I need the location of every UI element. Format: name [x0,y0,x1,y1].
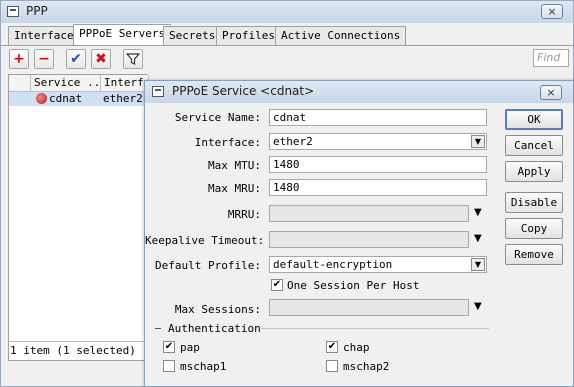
close-icon: × [547,5,557,18]
keepalive-timeout-label: Keepalive Timeout: [145,234,265,247]
row-interface: ether2 [103,92,143,105]
filter-button[interactable] [123,49,143,69]
check-icon: ✔ [272,279,282,290]
service-name-label: Service Name: [174,111,261,124]
authentication-divider [261,328,489,329]
filter-icon [125,53,141,65]
column-header-service[interactable]: Service ... [31,75,101,92]
interface-dropdown-button[interactable]: ▼ [471,135,485,148]
interface-label: Interface: [194,136,261,149]
authentication-legend: Authentication [168,322,261,335]
tab-divider [1,45,573,46]
authentication-collapse-toggle[interactable] [155,328,161,329]
add-button[interactable]: + [9,49,29,69]
default-profile-dropdown-button[interactable]: ▼ [471,258,485,271]
tab-label: Active Connections [281,29,401,42]
remove-button[interactable]: Remove [505,244,563,265]
keepalive-timeout-field[interactable] [269,231,469,248]
close-icon: × [546,86,556,99]
mschap2-checkbox[interactable] [326,360,338,372]
max-mru-label: Max MRU: [208,182,261,195]
one-session-label: One Session Per Host [287,279,420,292]
remove-button[interactable]: − [34,49,54,69]
default-profile-select[interactable]: default-encryption [269,256,487,273]
dialog-app-icon [152,86,164,97]
one-session-checkbox[interactable]: ✔ [271,279,283,291]
list-header: Service ... Interfa [9,75,149,92]
col-gutter [9,75,31,92]
mrru-expand-arrow[interactable]: ▼ [474,207,482,218]
disable-button[interactable]: ✖ [91,49,111,69]
ok-button[interactable]: OK [505,109,563,130]
x-icon: ✖ [95,51,107,67]
service-name-field[interactable]: cdnat [269,109,487,126]
dialog-title: PPPoE Service <cdnat> [172,84,315,98]
max-mtu-field[interactable]: 1480 [269,156,487,173]
enable-button[interactable]: ✔ [66,49,86,69]
pppoe-service-dialog: PPPoE Service <cdnat> × Service Name: cd… [144,80,574,387]
max-sessions-field[interactable] [269,299,469,316]
disable-button[interactable]: Disable [505,192,563,213]
close-button[interactable]: × [541,4,563,19]
servers-list[interactable]: Service ... Interfa cdnat ether2 [8,74,149,361]
status-text: 1 item (1 selected) [8,341,148,361]
tab-label: Interface [14,29,74,42]
mrru-label: MRRU: [227,208,261,221]
row-service-name: cdnat [49,92,83,105]
dialog-titlebar[interactable]: PPPoE Service <cdnat> × [145,81,573,103]
cancel-button[interactable]: Cancel [505,135,563,156]
chap-label: chap [343,341,370,354]
keepalive-expand-arrow[interactable]: ▼ [474,233,482,244]
mrru-field[interactable] [269,205,469,222]
interface-select[interactable]: ether2 [269,133,487,150]
mschap1-label: mschap1 [180,360,227,373]
check-icon: ✔ [164,341,174,352]
apply-button[interactable]: Apply [505,161,563,182]
check-icon: ✔ [70,51,82,67]
column-header-interface[interactable]: Interfa [101,75,149,92]
dialog-close-button[interactable]: × [540,85,562,100]
ppp-titlebar[interactable]: PPP × [1,1,573,23]
tab-secrets[interactable]: Secrets [163,26,222,45]
max-mru-field[interactable]: 1480 [269,179,487,196]
max-mtu-label: Max MTU: [208,159,261,172]
pap-checkbox[interactable]: ✔ [163,341,175,353]
default-profile-label: Default Profile: [155,259,261,272]
minus-icon: − [38,51,50,67]
tab-active-connections[interactable]: Active Connections [275,26,407,45]
tab-label: Secrets [169,29,216,42]
pap-label: pap [180,341,200,354]
max-sessions-label: Max Sessions: [174,303,261,316]
tab-profiles[interactable]: Profiles [216,26,281,45]
find-input[interactable]: Find [533,49,569,67]
check-icon: ✔ [327,341,337,352]
tab-interface[interactable]: Interface [8,26,80,45]
chap-checkbox[interactable]: ✔ [326,341,338,353]
pppoe-service-icon [36,93,47,104]
chevron-down-icon: ▼ [474,137,482,146]
mschap1-checkbox[interactable] [163,360,175,372]
table-row[interactable]: cdnat ether2 [9,92,147,106]
tab-label: PPPoE Servers [79,27,166,40]
max-sessions-expand-arrow[interactable]: ▼ [474,301,482,312]
mschap2-label: mschap2 [343,360,390,373]
app-icon [7,6,19,17]
copy-button[interactable]: Copy [505,218,563,239]
tab-label: Profiles [222,29,275,42]
window-title: PPP [26,4,48,18]
chevron-down-icon: ▼ [474,260,482,269]
tab-pppoe-servers[interactable]: PPPoE Servers [73,24,172,45]
plus-icon: + [13,51,25,67]
